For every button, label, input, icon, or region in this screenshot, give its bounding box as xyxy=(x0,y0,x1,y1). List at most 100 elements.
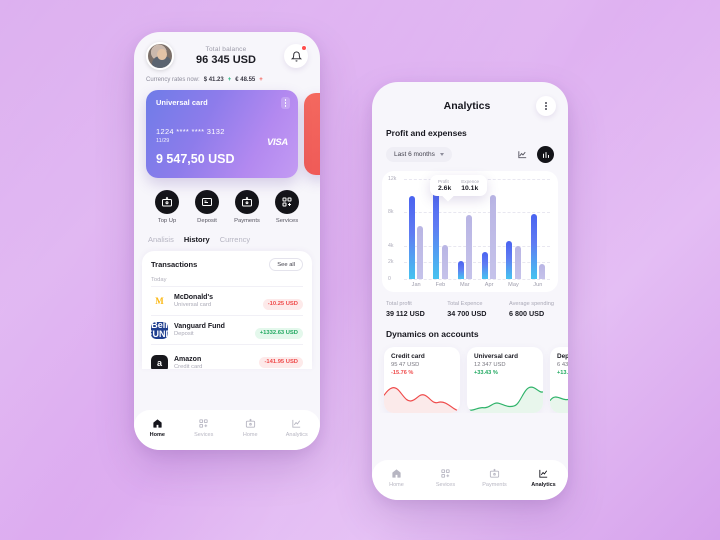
bell-fund-logo: BellFUND xyxy=(151,321,168,339)
page-title: Analytics xyxy=(443,100,491,112)
profit-expenses-chart[interactable]: Profit 2.6k Expence 10.1k 12k 8k 4k 2k 0 Jan… xyxy=(382,171,558,292)
chart-bar-expence-mar[interactable] xyxy=(466,214,473,279)
nav-item-services-label: Sevices xyxy=(194,432,214,438)
stat-total-expence: Total Expence 34 700 USD xyxy=(447,301,486,318)
table-row[interactable]: BellFUND Vanguard Fund Deposit +1332.63 … xyxy=(151,315,303,344)
currency-rates: Currency rates now: $ 41.23 + € 48.55 + xyxy=(134,70,320,83)
nav-item-analytics-label: Analytics xyxy=(531,482,556,488)
notifications-button[interactable] xyxy=(284,44,308,68)
nav-item-analytics-label: Analytics xyxy=(285,432,308,438)
chart-bar-profit-may[interactable] xyxy=(506,240,513,279)
tab-currency[interactable]: Currency xyxy=(220,235,250,244)
section-title-dynamics: Dynamics on accounts xyxy=(386,329,479,339)
universal-card[interactable]: Universal card 1224 **** **** 3132 11/29… xyxy=(146,90,298,178)
chart-bar-group[interactable] xyxy=(506,179,521,279)
account-card-credit[interactable]: Credit card 95 47 USD -15.76 % xyxy=(384,347,460,413)
nav-item-analytics[interactable]: Analytics xyxy=(277,417,317,438)
phone-left-home-screen: Total balance 96 345 USD Currency rates … xyxy=(134,32,320,450)
avatar[interactable] xyxy=(146,42,174,70)
account-change: +13.5 xyxy=(557,370,568,376)
chart-bar-group[interactable] xyxy=(530,179,546,279)
stat-average-spending-value: 6 800 USD xyxy=(508,309,545,318)
stat-average-spending: Average spending 6 800 USD xyxy=(509,301,554,318)
chart-x-tick-label: Apr xyxy=(484,282,494,288)
secondary-card[interactable] xyxy=(304,93,320,175)
bar-chart-toggle[interactable] xyxy=(537,146,554,163)
chart-bar-expence-jun[interactable] xyxy=(539,264,546,279)
account-value: 6 434 xyxy=(557,362,568,368)
chart-x-tick-label: Jan xyxy=(411,282,421,288)
action-deposit[interactable]: Deposit xyxy=(190,190,224,224)
see-all-button[interactable]: See all xyxy=(269,258,303,271)
stat-total-profit: Total profit 39 112 USD xyxy=(386,301,425,318)
nav-item-services[interactable]: Sevices xyxy=(426,467,466,488)
tab-analisis[interactable]: Analisis xyxy=(148,235,174,244)
nav-item-payments-label: Payments xyxy=(482,482,507,488)
background-sheen xyxy=(0,0,720,540)
account-change: -15.76 % xyxy=(391,370,414,376)
nav-item-payments-label: Home xyxy=(242,432,258,438)
nav-item-payments[interactable]: Home xyxy=(230,417,270,438)
transaction-name: Vanguard Fund xyxy=(174,323,225,330)
stat-total-profit-label: Total profit xyxy=(386,301,412,307)
chart-y-tick-label: 0 xyxy=(388,276,391,282)
chart-bar-profit-jun[interactable] xyxy=(530,213,537,279)
view-toggles xyxy=(514,146,554,163)
kebab-menu-icon[interactable] xyxy=(536,96,556,116)
chart-bar-expence-apr[interactable] xyxy=(490,194,497,279)
nav-item-analytics[interactable]: Analytics xyxy=(524,467,564,488)
total-balance-label: Total balance xyxy=(205,46,247,53)
chart-bar-expence-may[interactable] xyxy=(514,246,521,279)
transaction-source: Deposit xyxy=(174,331,194,337)
action-payments[interactable]: Payments xyxy=(230,190,264,224)
table-row[interactable]: M McDonald's Universal card -10.25 USD xyxy=(151,286,303,315)
line-chart-toggle[interactable] xyxy=(514,146,531,163)
chart-bar-profit-feb[interactable] xyxy=(433,181,440,279)
chart-x-tick-label: Feb xyxy=(435,282,446,288)
eur-trend-icon: + xyxy=(259,77,263,83)
tooltip-profit-label: Profit xyxy=(438,179,449,184)
account-sparkline xyxy=(467,386,543,413)
chevron-down-icon xyxy=(439,153,444,156)
line-chart-icon xyxy=(518,151,527,159)
right-header: Analytics xyxy=(372,82,568,116)
total-balance-value: 96 345 USD xyxy=(196,54,256,66)
chart-y-tick-label: 2k xyxy=(388,259,394,266)
visa-logo: VISA xyxy=(267,137,288,148)
chart-bar-expence-jan[interactable] xyxy=(417,225,424,279)
mcdonalds-logo: M xyxy=(151,292,168,310)
eur-rate: € 48.55 xyxy=(235,77,256,83)
nav-item-services[interactable]: Sevices xyxy=(184,417,224,438)
transactions-header: Transactions See all xyxy=(151,258,303,271)
action-services[interactable]: Services xyxy=(270,190,304,224)
chart-y-tick-label: 12k xyxy=(388,176,397,182)
usd-trend-icon: + xyxy=(227,77,232,83)
action-top-up[interactable]: Top Up xyxy=(150,190,184,224)
chart-bar-profit-apr[interactable] xyxy=(481,251,488,279)
chart-bar-group[interactable] xyxy=(408,179,424,279)
account-value: 12 347 USD xyxy=(474,362,506,368)
left-bottom-nav: Home Sevices Home Analytics xyxy=(134,410,320,450)
account-card-deposit[interactable]: Depo 6 434 +13.5 xyxy=(550,347,568,413)
chart-bar-expence-feb[interactable] xyxy=(441,245,448,279)
cards-carousel: Universal card 1224 **** **** 3132 11/29… xyxy=(146,90,320,178)
total-balance: Total balance 96 345 USD xyxy=(168,46,284,66)
nav-item-payments[interactable]: Payments xyxy=(475,467,515,488)
home-icon xyxy=(377,467,417,480)
chart-bar-profit-jan[interactable] xyxy=(408,195,415,279)
nav-item-home[interactable]: Home xyxy=(137,417,177,438)
chart-y-tick-label: 8k xyxy=(388,209,394,216)
chart-bar-profit-mar[interactable] xyxy=(457,261,464,279)
account-card-universal[interactable]: Universal card 12 347 USD +33.43 % xyxy=(467,347,543,413)
nav-item-home-label: Home xyxy=(389,482,404,488)
table-row[interactable]: a Amazon Credit card -141.95 USD Cancele… xyxy=(151,344,303,369)
transaction-amount: -10.25 USD xyxy=(262,298,303,310)
period-select[interactable]: Last 6 months xyxy=(386,147,452,162)
tooltip-profit-value: 2.6k xyxy=(438,185,452,192)
nav-item-home[interactable]: Home xyxy=(377,467,417,488)
tooltip-profit: Profit 2.6k xyxy=(438,179,451,192)
action-payments-label: Payments xyxy=(234,218,260,224)
tab-history[interactable]: History xyxy=(184,235,210,244)
stat-average-spending-label: Average spending xyxy=(508,301,554,307)
card-menu-button[interactable] xyxy=(281,97,290,109)
